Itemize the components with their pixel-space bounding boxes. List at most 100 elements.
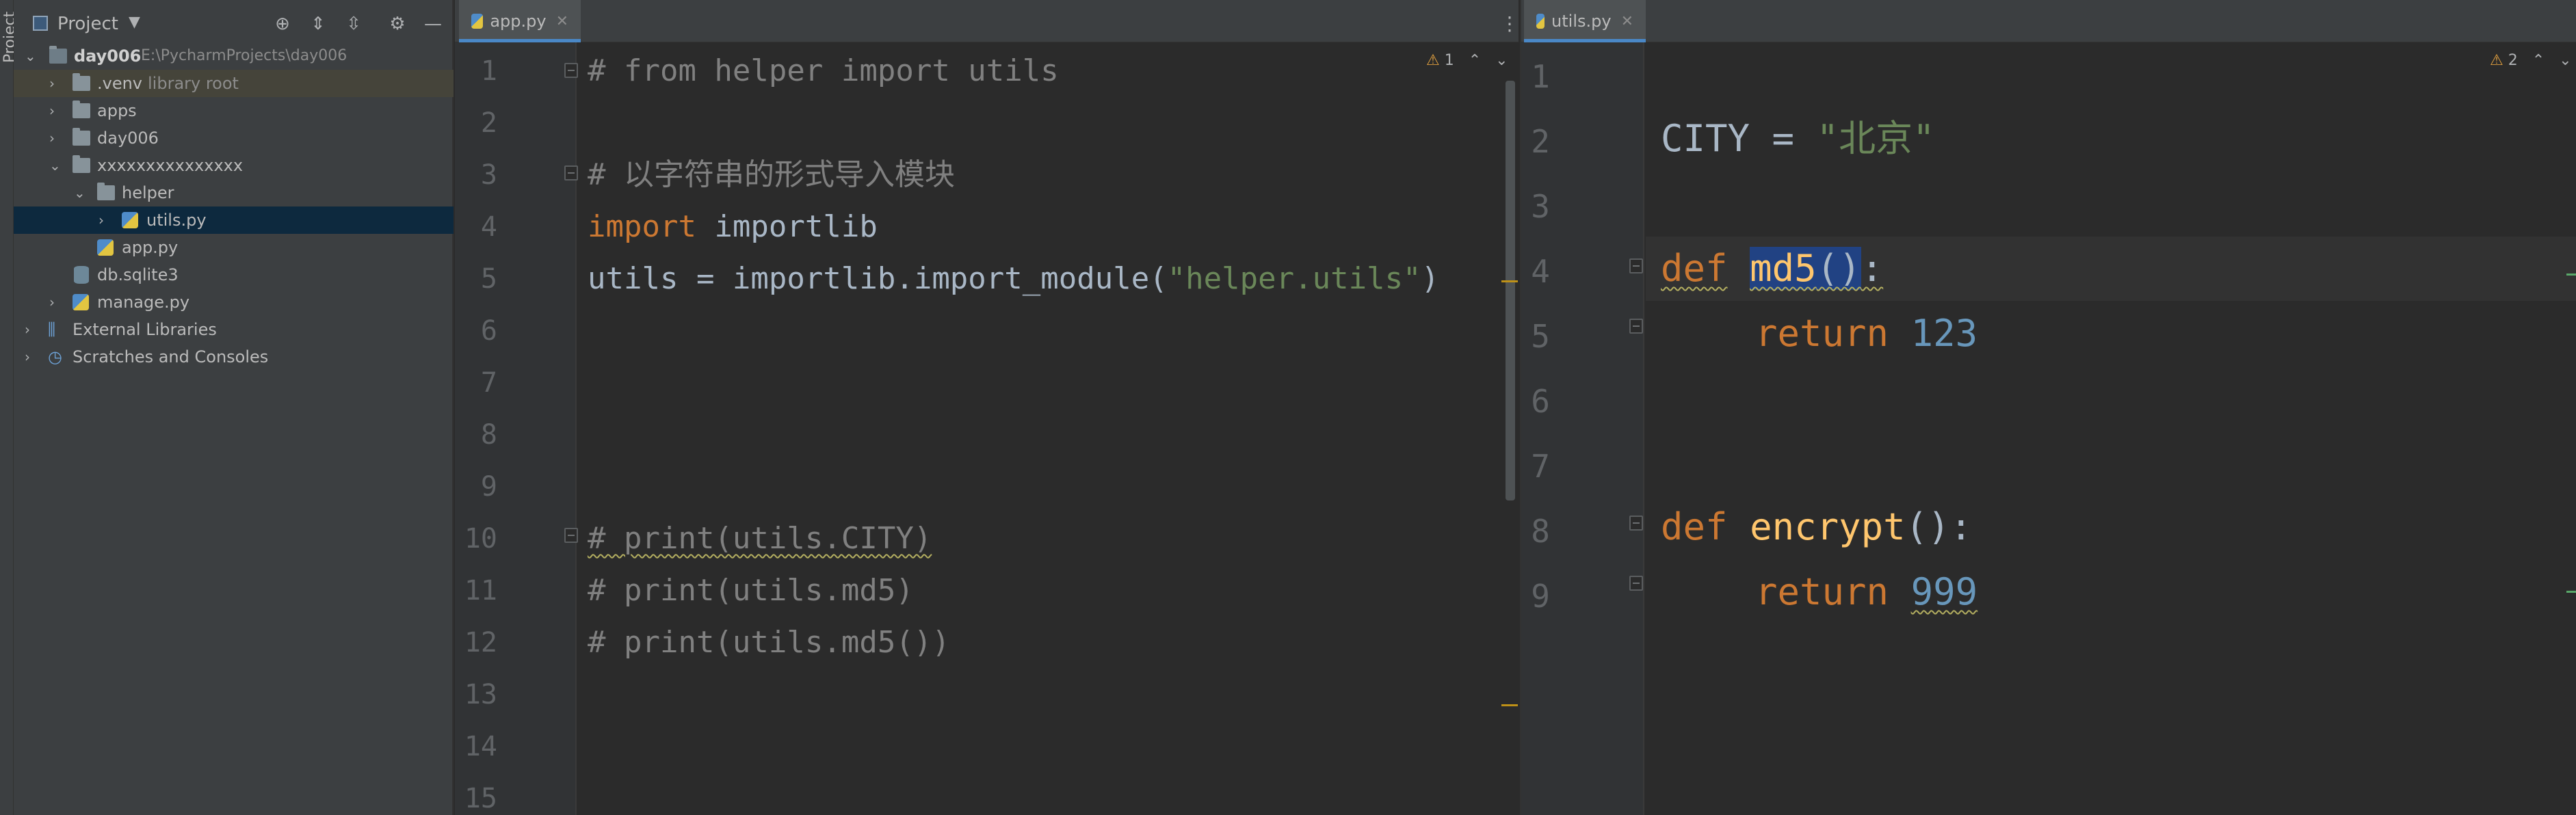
comment: # from helper import utils [588, 53, 1059, 88]
tree-item-helper[interactable]: ⌄ helper [14, 179, 454, 206]
error-stripe-marker[interactable] [2566, 591, 2576, 593]
gear-icon[interactable]: ⚙ [387, 14, 408, 34]
vertical-scrollbar[interactable] [1506, 81, 1515, 500]
close-icon[interactable]: ✕ [1621, 13, 1633, 30]
line-number: 1 [480, 55, 497, 87]
chevron-up-icon[interactable]: ⌃ [2532, 52, 2545, 69]
fold-marker-icon[interactable] [564, 528, 578, 543]
line-number: 9 [1531, 578, 1550, 615]
tree-item-manage-py[interactable]: › manage.py [14, 289, 454, 316]
code-line-4[interactable]: import importlib [588, 208, 878, 246]
fold-marker-icon[interactable] [564, 165, 578, 181]
error-stripe-marker[interactable] [2566, 273, 2576, 276]
fold-marker-icon[interactable] [1629, 576, 1643, 591]
line-number: 3 [1531, 188, 1550, 225]
tool-window-stripe: Project [0, 0, 18, 815]
code-text: : [1861, 247, 1884, 290]
fold-marker-icon[interactable] [1629, 319, 1643, 334]
inspection-widget[interactable]: ⚠ 1 ⌃ ⌄ [1426, 52, 1508, 69]
line-number: 9 [480, 471, 497, 503]
line-number: 15 [464, 783, 497, 814]
code-line-12[interactable]: # print(utils.md5()) [588, 624, 950, 662]
string-literal: "helper.utils" [1167, 261, 1421, 296]
keyword: import [588, 209, 696, 244]
line-number: 8 [480, 419, 497, 451]
chevron-right-icon[interactable]: › [25, 343, 38, 371]
code-line-5[interactable]: utils = importlib.import_module("helper.… [588, 260, 1439, 298]
code-line-9[interactable]: return 999 [1755, 570, 1977, 615]
close-icon[interactable]: ✕ [556, 13, 568, 30]
error-stripe-marker[interactable] [1501, 280, 1518, 282]
chevron-right-icon[interactable]: › [98, 206, 112, 234]
chevron-down-icon[interactable]: ▼ [129, 14, 140, 31]
hide-icon[interactable]: — [423, 14, 443, 34]
tree-item-label: day006 [97, 129, 159, 148]
collapse-all-icon[interactable]: ⇳ [343, 14, 364, 34]
python-file-icon [122, 212, 138, 228]
tree-item-utils-py[interactable]: › utils.py [14, 206, 454, 234]
line-number: 2 [1531, 123, 1550, 160]
chevron-down-icon[interactable]: ⌄ [1495, 52, 1508, 69]
line-number: 8 [1531, 513, 1550, 550]
tree-item-label: helper [122, 183, 174, 202]
tree-item-day006-root[interactable]: ⌄ day006 E:\PycharmProjects\day006 [14, 42, 454, 70]
chevron-right-icon[interactable]: › [49, 289, 63, 316]
fold-marker-icon[interactable] [1629, 258, 1643, 273]
tree-item-day006[interactable]: › day006 [14, 124, 454, 152]
python-file-icon [1536, 14, 1545, 29]
tree-item-venv[interactable]: › .venv library root [14, 70, 454, 97]
warning-count: 1 [1444, 52, 1454, 69]
tab-app-py[interactable]: app.py ✕ [459, 0, 581, 42]
tree-item-app-py[interactable]: app.py [14, 234, 454, 261]
line-number: 4 [480, 211, 497, 243]
chevron-down-icon[interactable]: ⌄ [49, 152, 63, 179]
tree-item-external-libraries[interactable]: › ⫼ External Libraries [14, 316, 454, 343]
warning-icon: ⚠ [1426, 52, 1440, 69]
code-line-3[interactable]: # 以字符串的形式导入模块 [588, 156, 955, 194]
fold-marker-icon[interactable] [1629, 516, 1643, 531]
comment: # print(utils.md5()) [588, 625, 950, 660]
code-line-8[interactable]: def encrypt(): [1661, 505, 1972, 550]
code-line-10[interactable]: # print(utils.CITY) [588, 520, 932, 558]
tree-item-label: apps [97, 101, 137, 120]
chevron-right-icon[interactable]: › [49, 97, 63, 124]
editor-app-py: app.py ✕ ⋮ ⚠ 1 ⌃ ⌄ 1 2 3 4 5 6 7 8 9 10 11 12 13 14 15… [455, 0, 1519, 815]
tree-item-scratches[interactable]: › ◷ Scratches and Consoles [14, 343, 454, 371]
fold-marker-icon[interactable] [564, 63, 578, 78]
locate-icon[interactable]: ⊕ [272, 14, 293, 34]
line-number: 3 [480, 159, 497, 191]
chevron-down-icon[interactable]: ⌄ [25, 42, 38, 70]
line-number: 2 [480, 107, 497, 139]
line-number: 4 [1531, 253, 1550, 290]
string-literal: "北京" [1816, 117, 1935, 160]
editor-tab-bar: utils.py ✕ [1521, 0, 2576, 42]
code-line-11[interactable]: # print(utils.md5) [588, 572, 914, 610]
tab-utils-py[interactable]: utils.py ✕ [1524, 0, 1646, 42]
code-line-5[interactable]: return 123 [1755, 311, 1977, 356]
code-line-2[interactable]: CITY = "北京" [1661, 116, 1935, 161]
error-stripe-marker[interactable] [1501, 704, 1518, 706]
inspection-widget[interactable]: ⚠ 2 ⌃ ⌄ [2490, 52, 2572, 69]
more-icon[interactable]: ⋮ [1500, 12, 1519, 35]
chevron-right-icon[interactable]: › [49, 70, 63, 97]
chevron-right-icon[interactable]: › [25, 316, 38, 343]
tree-item-label: xxxxxxxxxxxxxxx [97, 156, 244, 175]
python-file-icon [73, 294, 89, 310]
code-line-4[interactable]: def md5(): [1661, 246, 1883, 291]
chevron-down-icon[interactable]: ⌄ [74, 179, 88, 206]
identifier: importlib [696, 209, 878, 244]
tree-item-label: manage.py [97, 293, 190, 312]
expand-all-icon[interactable]: ⇕ [308, 14, 328, 34]
folder-icon [97, 183, 115, 200]
project-view-selector[interactable]: Project [57, 14, 118, 34]
tree-item-xxx[interactable]: ⌄ xxxxxxxxxxxxxxx [14, 152, 454, 179]
tree-item-db-sqlite3[interactable]: db.sqlite3 [14, 261, 454, 289]
tree-item-apps[interactable]: › apps [14, 97, 454, 124]
code-line-1[interactable]: # from helper import utils [588, 52, 1059, 90]
chevron-up-icon[interactable]: ⌃ [1469, 52, 1481, 69]
chevron-down-icon[interactable]: ⌄ [2559, 52, 2571, 69]
package-folder-icon [73, 128, 90, 146]
keyword: def [1661, 505, 1728, 548]
chevron-right-icon[interactable]: › [49, 124, 63, 152]
number-literal: 123 [1910, 312, 1978, 355]
